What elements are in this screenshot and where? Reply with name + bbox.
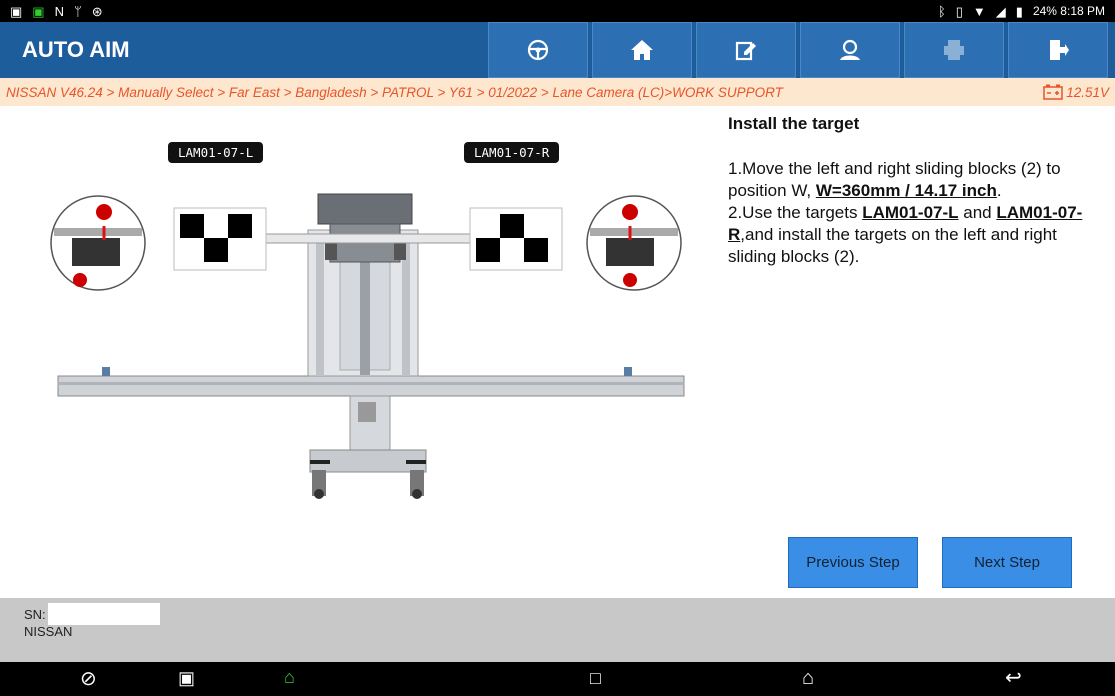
vehicle-make: NISSAN	[24, 624, 73, 639]
home-nav-icon[interactable]: ⌂	[802, 668, 814, 688]
app-title: AUTO AIM	[22, 37, 130, 62]
android-nav-bar: ⊘ ▣ ⌂ □ ⌂ ↩	[0, 662, 1115, 696]
steering-button[interactable]	[488, 22, 588, 78]
step2-target-left: LAM01-07-L	[862, 203, 959, 222]
step2-text: 2.Use the targets	[728, 203, 863, 222]
voltage-indicator: 12.51V	[1043, 84, 1109, 100]
wifi-icon: ▼	[972, 3, 986, 19]
serial-label: SN:	[24, 606, 46, 622]
target-label-right: LAM01-07-R	[464, 142, 560, 163]
voltage-value: 12.51V	[1066, 84, 1109, 100]
status-text: 24% 8:18 PM	[1032, 4, 1105, 18]
battery-voltage-icon	[1043, 84, 1063, 100]
vci-icon[interactable]: ⌂	[284, 668, 295, 686]
support-icon	[840, 39, 860, 60]
app-icon: ▣	[32, 3, 45, 19]
status-right: ᛒ ▯ ▼ ◢ ▮ 24% 8:18 PM	[938, 4, 1105, 18]
previous-step-button[interactable]: Previous Step	[788, 537, 918, 588]
step1-measure: W=360mm / 14.17 inch	[815, 181, 997, 200]
marker-w-right: W	[665, 335, 675, 346]
edit-icon	[735, 41, 756, 61]
settings-circle-icon: ⊛	[91, 3, 103, 19]
marker-2-right: 2	[667, 403, 673, 414]
usb-icon: ᛘ	[73, 3, 82, 19]
breadcrumb: NISSAN V46.24 > Manually Select > Far Ea…	[0, 78, 1115, 106]
bluetooth-icon: ᛒ	[937, 3, 946, 19]
home-button[interactable]	[592, 22, 692, 78]
recents-icon[interactable]: □	[590, 669, 601, 687]
instructions-body: 1.Move the left and right sliding blocks…	[728, 158, 1098, 268]
calibration-frame-image	[50, 193, 685, 499]
image-icon: ▣	[10, 3, 23, 19]
exit-icon	[1050, 40, 1069, 60]
serial-row: SN:	[24, 603, 1091, 625]
target-install-diagram: LAM01-07-L LAM01-07-R W 2 W 2	[40, 130, 710, 530]
serial-value-mask	[47, 603, 160, 625]
step2-mid: and	[958, 203, 997, 222]
battery-icon: ▮	[1015, 3, 1023, 19]
status-left: ▣ ▣ N ᛘ ⊛	[10, 5, 103, 18]
instructions-title: Install the target	[728, 114, 860, 133]
app-header: AUTO AIM	[0, 22, 1115, 78]
back-icon[interactable]: ↩	[1005, 668, 1022, 688]
instructions-panel: Install the target 1.Move the left and r…	[728, 114, 1098, 268]
marker-w-left: W	[139, 335, 149, 346]
exit-button[interactable]	[1008, 22, 1108, 78]
next-step-button[interactable]: Next Step	[942, 537, 1072, 588]
device-info-footer: SN: NISSAN	[0, 598, 1115, 662]
gallery-icon[interactable]: ▣	[178, 669, 195, 687]
edit-button[interactable]	[696, 22, 796, 78]
home-icon	[631, 40, 653, 60]
step2-end: ,and install the targets on the left and…	[728, 225, 1057, 266]
support-button[interactable]	[800, 22, 900, 78]
browser-icon[interactable]: ⊘	[80, 669, 97, 689]
step1-end: .	[996, 181, 1002, 200]
marker-2-left: 2	[116, 403, 122, 414]
status-bar: ▣ ▣ N ᛘ ⊛ ᛒ ▯ ▼ ◢ ▮ 24% 8:18 PM	[0, 0, 1115, 22]
print-icon	[944, 40, 964, 60]
target-label-left: LAM01-07-L	[168, 142, 264, 163]
print-button[interactable]	[904, 22, 1004, 78]
n-icon: N	[54, 3, 64, 19]
signal-icon: ◢	[995, 3, 1006, 19]
vibrate-icon: ▯	[955, 3, 963, 19]
toolbar	[488, 22, 1112, 78]
steering-wheel-icon	[527, 39, 549, 61]
breadcrumb-path: NISSAN V46.24 > Manually Select > Far Ea…	[6, 84, 783, 100]
